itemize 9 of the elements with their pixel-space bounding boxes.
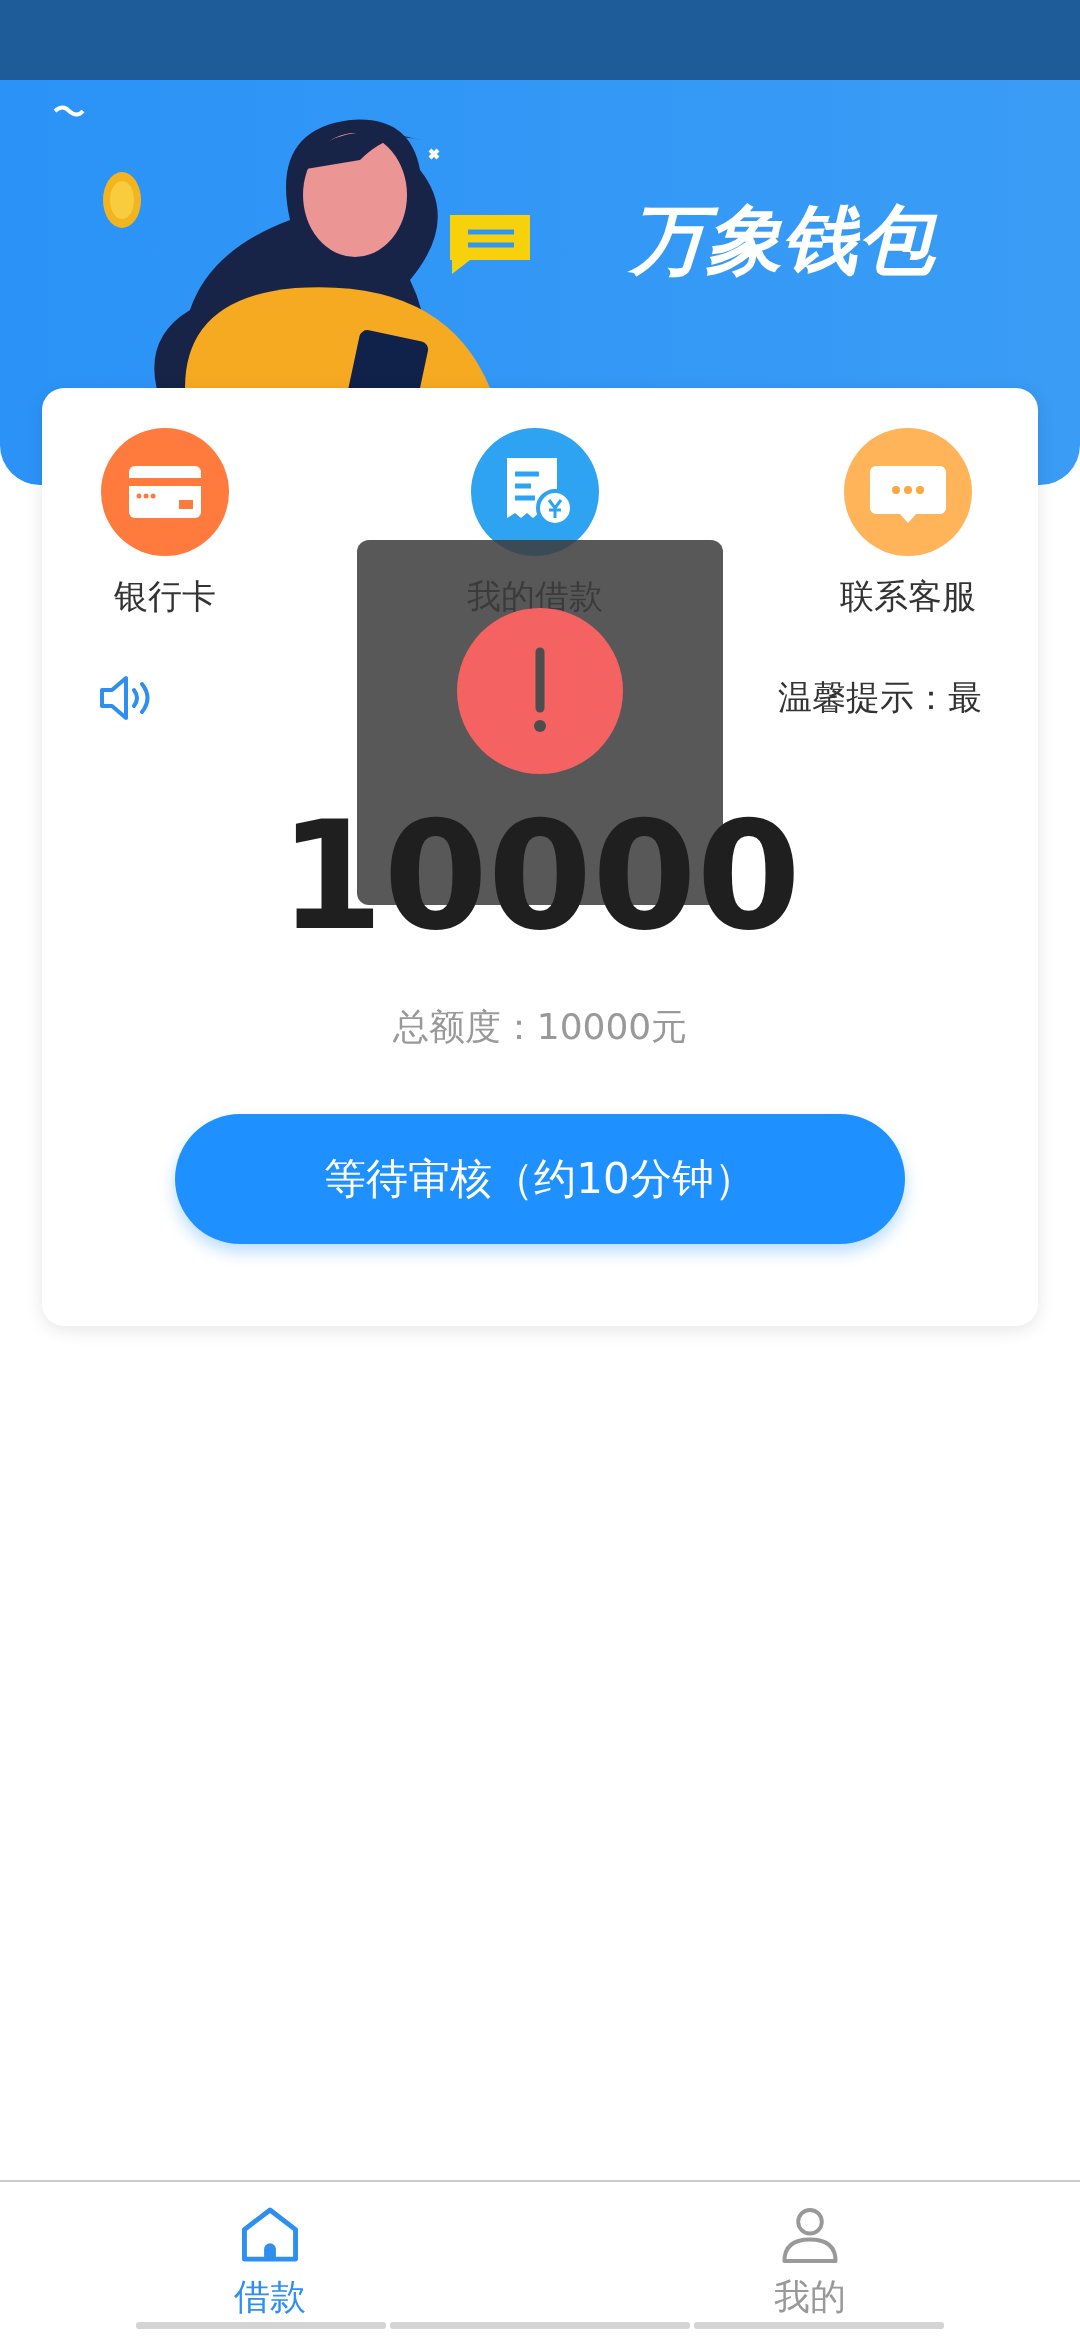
bank-card-icon	[101, 428, 229, 556]
tab-item[interactable]: 我的	[540, 2182, 1080, 2322]
pending-review-button[interactable]: 等待审核（约10分钟）	[175, 1114, 905, 1244]
chat-bubble-icon	[844, 428, 972, 556]
shortcut-item[interactable]: 银行卡	[101, 428, 229, 620]
notice-text: 温馨提示：最	[778, 676, 982, 719]
shortcut-item[interactable]: 联系客服	[840, 428, 976, 620]
tab-item[interactable]: 借款	[0, 2182, 540, 2322]
total-limit-text: 总额度：10000元	[392, 1005, 688, 1049]
